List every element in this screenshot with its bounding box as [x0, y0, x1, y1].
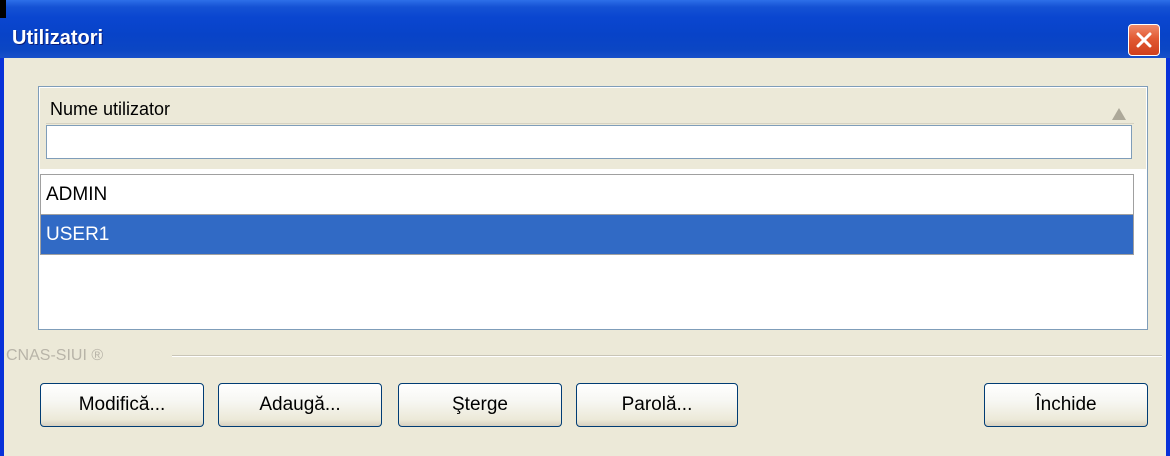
table-row-admin[interactable]: ADMIN	[40, 174, 1134, 215]
window-title: Utilizatori	[12, 27, 104, 49]
column-header-username[interactable]: Nume utilizator	[46, 92, 1134, 124]
sort-ascending-icon	[1112, 108, 1126, 120]
table-row-user1[interactable]: USER1	[40, 215, 1134, 255]
close-window-button[interactable]	[1128, 24, 1160, 56]
users-grid: Nume utilizator ADMIN USER1	[38, 86, 1148, 330]
window-border-right	[1166, 58, 1170, 456]
add-button[interactable]: Adaugă...	[218, 383, 382, 427]
window-corner-mark	[0, 0, 6, 18]
column-header-label: Nume utilizator	[50, 99, 171, 119]
delete-button[interactable]: Şterge	[398, 383, 562, 427]
group-divider	[172, 355, 1162, 357]
close-button[interactable]: Închide	[984, 383, 1148, 427]
row-username: ADMIN	[46, 184, 108, 205]
row-username: USER1	[46, 224, 110, 245]
username-filter-input[interactable]	[46, 125, 1132, 159]
close-x-icon	[1136, 32, 1152, 48]
title-bar[interactable]: Utilizatori	[0, 0, 1170, 58]
modify-button[interactable]: Modifică...	[40, 383, 204, 427]
password-button[interactable]: Parolă...	[576, 383, 738, 427]
grid-header-area: Nume utilizator	[40, 88, 1146, 169]
app-group-label: CNAS-SIUI ®	[6, 347, 104, 364]
users-list: ADMIN USER1	[40, 174, 1134, 255]
users-dialog-window: Utilizatori Nume utilizator ADMIN USER1 …	[0, 0, 1170, 456]
